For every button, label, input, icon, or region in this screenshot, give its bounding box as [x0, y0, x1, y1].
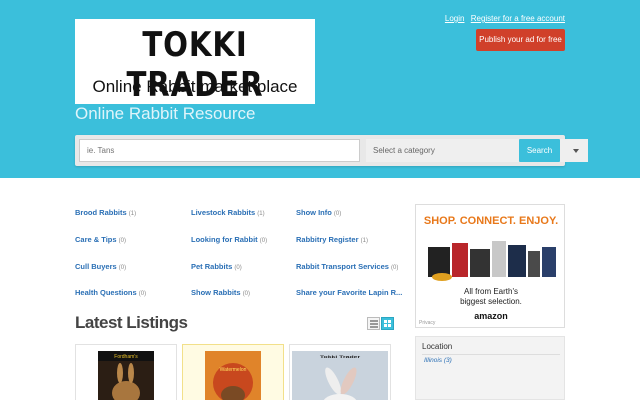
divider: [422, 354, 560, 355]
search-bar: Select a category Search: [75, 135, 588, 166]
category-link[interactable]: Rabbit Transport Services (0): [296, 262, 398, 271]
category-label: Livestock Rabbits: [191, 208, 256, 217]
listing-thumbnail: Tokki Trader: [292, 351, 388, 400]
category-label: Pet Rabbits: [191, 262, 233, 271]
search-input[interactable]: [79, 139, 360, 162]
category-link[interactable]: Care & Tips (0): [75, 235, 126, 244]
category-label: Care & Tips: [75, 235, 117, 244]
ad-products-image: [428, 241, 556, 281]
category-label: Show Info: [296, 208, 332, 217]
account-links: Login Register for a free account: [441, 14, 565, 23]
chevron-down-icon: [573, 149, 579, 153]
register-link[interactable]: Register for a free account: [471, 14, 565, 23]
location-title: Location: [422, 342, 453, 351]
header-band: TOKKI TRADER Online Rabbit market place …: [0, 0, 640, 178]
location-panel: Location Illinois (3): [415, 336, 565, 400]
category-count: (1): [257, 211, 265, 217]
category-count: (1): [128, 211, 137, 217]
category-count: (0): [234, 265, 242, 271]
location-label: Illinois: [424, 357, 443, 364]
category-label: Health Questions: [75, 288, 137, 297]
category-label: Brood Rabbits: [75, 208, 127, 217]
site-logo[interactable]: TOKKI TRADER Online Rabbit market place: [75, 19, 315, 105]
category-link[interactable]: Show Info (0): [296, 208, 341, 217]
listing-thumb-label: Watermelon: [220, 367, 247, 373]
category-label: Rabbitry Register: [296, 235, 359, 244]
category-link[interactable]: Brood Rabbits (1): [75, 208, 136, 217]
listing-card[interactable]: Fordham's: [75, 344, 177, 400]
listing-thumbnail: Watermelon: [205, 351, 261, 400]
category-count: (0): [118, 238, 126, 244]
category-count: (0): [118, 265, 127, 271]
listing-thumbnail: Fordham's: [98, 351, 154, 400]
category-label: Looking for Rabbit: [191, 235, 258, 244]
listing-card[interactable]: Watermelon: [182, 344, 284, 400]
category-label: Share your Favorite Lapin R...: [296, 288, 403, 297]
location-count: (3): [443, 357, 452, 364]
category-link[interactable]: Show Rabbits (0): [191, 288, 250, 297]
logo-subtitle: Online Rabbit market place: [92, 77, 298, 96]
ad-headline: SHOP. CONNECT. ENJOY.: [423, 215, 559, 227]
category-label: Cull Buyers: [75, 262, 117, 271]
listing-thumb-label: Fordham's: [114, 354, 138, 360]
advertisement[interactable]: SHOP. CONNECT. ENJOY. All from Earth's b…: [415, 204, 565, 328]
list-view-icon[interactable]: [367, 317, 380, 330]
category-count: (0): [138, 291, 147, 297]
category-link[interactable]: Health Questions (0): [75, 288, 146, 297]
category-label: Show Rabbits: [191, 288, 241, 297]
category-label: Rabbit Transport Services: [296, 262, 389, 271]
site-tagline: Online Rabbit Resource: [75, 104, 256, 123]
category-link[interactable]: Pet Rabbits (0): [191, 262, 242, 271]
listing-thumb-label: Tokki Trader: [320, 355, 361, 359]
latest-listings-heading: Latest Listings: [75, 313, 188, 332]
listing-card[interactable]: Tokki Trader: [289, 344, 391, 400]
ad-privacy-link[interactable]: Privacy: [419, 320, 435, 326]
category-count: (0): [391, 265, 399, 271]
search-button[interactable]: Search: [519, 139, 560, 162]
category-count: (0): [242, 291, 251, 297]
location-link[interactable]: Illinois (3): [424, 357, 452, 364]
category-link[interactable]: Rabbitry Register (1): [296, 235, 368, 244]
ad-text-line: biggest selection.: [460, 297, 522, 306]
publish-ad-button[interactable]: Publish your ad for free: [476, 29, 565, 51]
category-link[interactable]: Share your Favorite Lapin R...: [296, 288, 402, 297]
login-link[interactable]: Login: [445, 14, 465, 23]
category-select-value: Select a category: [373, 146, 435, 155]
ad-text-line: All from Earth's: [464, 287, 518, 296]
category-link[interactable]: Livestock Rabbits (1): [191, 208, 265, 217]
category-count: (1): [360, 238, 368, 244]
category-count: (0): [259, 238, 268, 244]
amazon-logo: amazon: [474, 311, 508, 321]
category-count: (0): [333, 211, 342, 217]
grid-view-icon[interactable]: [381, 317, 394, 330]
category-link[interactable]: Looking for Rabbit (0): [191, 235, 267, 244]
category-link[interactable]: Cull Buyers (0): [75, 262, 126, 271]
